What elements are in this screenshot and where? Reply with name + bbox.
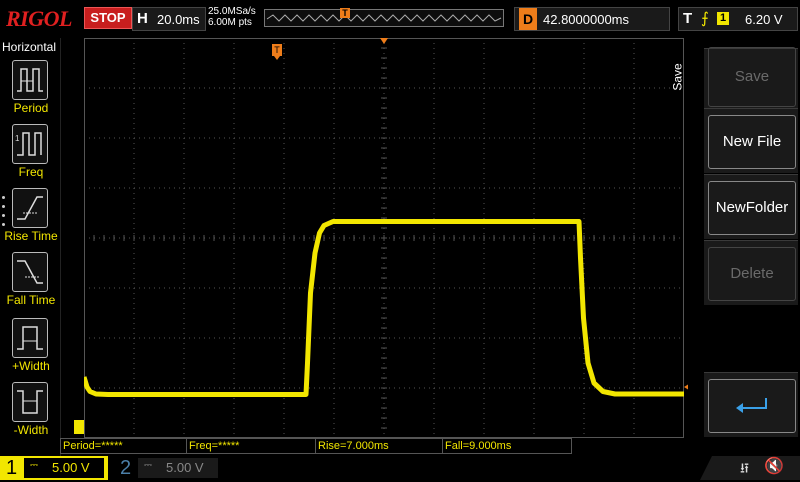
timeline-wave-icon	[266, 14, 502, 22]
new-file-button-label: New File	[708, 115, 796, 169]
positive-width-icon	[12, 318, 48, 358]
run-stop-button[interactable]: STOP	[84, 7, 132, 29]
dc-coupling-icon: ⎓	[30, 460, 38, 471]
rising-edge-icon: ⨍	[701, 10, 709, 27]
measure-item-label: +Width	[12, 359, 50, 373]
usb-icon: ⭿	[740, 460, 750, 476]
delay-label: D	[519, 8, 537, 30]
measure-item-label: Rise Time	[4, 229, 58, 243]
measure-result-period[interactable]: Period=*****	[60, 438, 188, 454]
memory-timeline[interactable]	[264, 9, 504, 27]
trigger-level: 6.20 V	[745, 12, 783, 27]
trigger-time-marker: T	[272, 44, 282, 60]
channel-2-scale: 5.00 V	[166, 460, 204, 475]
channel-2-number: 2	[120, 457, 132, 479]
channel-1-button[interactable]: 1 ⎓ 5.00 V	[0, 456, 108, 480]
memory-depth: 6.00M pts	[208, 17, 252, 28]
measure-result-fall[interactable]: Fall=9.000ms	[442, 438, 572, 454]
measure-item-label: Freq	[18, 165, 44, 179]
negative-width-icon	[12, 382, 48, 422]
trigger-label: T	[683, 10, 693, 27]
measure-item-negative-width[interactable]: -Width	[0, 382, 60, 446]
measure-item-period[interactable]: Period	[0, 60, 60, 124]
enter-button[interactable]	[704, 372, 798, 437]
measure-item-freq[interactable]: 1 Freq	[0, 124, 60, 188]
trigger-source-channel: 1	[717, 12, 729, 25]
rise-time-icon	[12, 188, 48, 228]
svg-text:T: T	[274, 45, 280, 55]
freq-icon: 1	[12, 124, 48, 164]
period-icon	[12, 60, 48, 100]
delay-value: 42.8000000ms	[543, 12, 630, 27]
enter-arrow-icon	[708, 379, 796, 433]
fall-time-icon	[12, 252, 48, 292]
channel-1-offset-icon[interactable]	[74, 420, 84, 434]
delete-button-label: Delete	[708, 247, 796, 301]
delete-button[interactable]: Delete	[704, 240, 798, 305]
new-folder-button-label: NewFolder	[708, 181, 796, 235]
sample-rate: 25.0MSa/s	[208, 6, 256, 17]
center-time-marker	[380, 38, 388, 44]
svg-text:1: 1	[15, 134, 20, 143]
speaker-muted-icon[interactable]: 🔇	[764, 456, 784, 476]
sample-rate-readout: 25.0MSa/s 6.00M pts	[208, 6, 256, 28]
measure-item-label: -Width	[13, 423, 49, 437]
measure-item-positive-width[interactable]: +Width	[0, 318, 60, 382]
measure-item-fall-time[interactable]: Fall Time	[0, 252, 60, 316]
menu-title-tab: Save	[671, 40, 704, 110]
channel-1-number: 1	[6, 457, 18, 479]
trigger-readout[interactable]: T ⨍ 1 6.20 V	[678, 7, 798, 31]
horizontal-label: H	[137, 10, 148, 27]
measure-item-label: Period	[13, 101, 49, 115]
measure-item-label: Fall Time	[6, 293, 56, 307]
delay-readout[interactable]: D 42.8000000ms	[514, 7, 670, 31]
measure-category-title[interactable]: Horizontal	[2, 40, 56, 54]
measure-result-rise[interactable]: Rise=7.000ms	[315, 438, 443, 454]
channel-1-scale: 5.00 V	[52, 460, 90, 475]
measure-item-rise-time[interactable]: Rise Time	[0, 188, 60, 252]
status-icons-area	[700, 456, 800, 480]
horizontal-scale[interactable]: H 20.0ms	[132, 7, 206, 31]
waveform-display[interactable]: T	[84, 38, 684, 438]
save-button[interactable]: Save	[704, 47, 798, 113]
dc-coupling-icon: ⎓	[144, 460, 152, 471]
horizontal-scale-value: 20.0ms	[157, 12, 200, 27]
measure-result-freq[interactable]: Freq=*****	[186, 438, 316, 454]
new-folder-button[interactable]: NewFolder	[704, 174, 798, 239]
channel-2-button[interactable]: 2 ⎓ 5.00 V	[114, 456, 222, 480]
menu-title: Save	[670, 63, 685, 91]
brand-logo: RIGOL	[6, 6, 72, 31]
trigger-position-marker: T	[340, 8, 350, 18]
new-file-button[interactable]: New File	[704, 108, 798, 173]
save-button-label: Save	[708, 47, 796, 107]
